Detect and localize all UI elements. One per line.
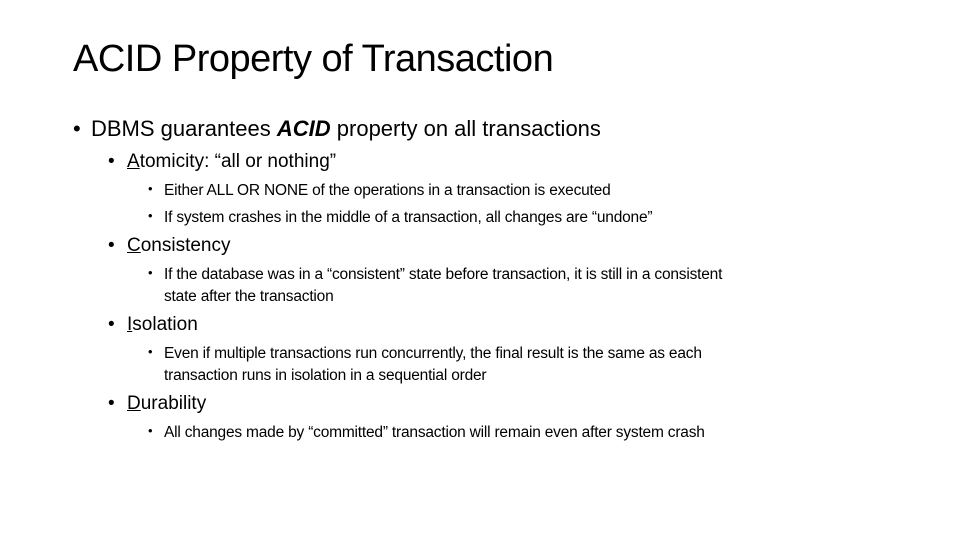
property-label: onsistency <box>140 235 231 256</box>
property-label: tomicity: “all or nothing” <box>139 151 337 172</box>
slide: ACID Property of Transaction • DBMS guar… <box>0 0 960 540</box>
bullet-icon: • <box>108 151 115 172</box>
acid-emphasis: ACID <box>276 116 331 141</box>
property-initial: D <box>127 393 141 414</box>
property-initial: A <box>127 151 140 172</box>
bullet-icon: • <box>148 423 153 438</box>
bullet-icon: • <box>108 314 115 335</box>
bullet-icon: • <box>148 344 153 359</box>
bullet-icon: • <box>108 235 115 256</box>
property-label: urability <box>140 393 207 414</box>
bullet-icon: • <box>108 393 115 414</box>
bullet-icon: • <box>148 208 153 223</box>
property-label: solation <box>132 314 198 335</box>
bullet-icon: • <box>73 116 81 141</box>
bullet-icon: • <box>148 181 153 196</box>
main-bullet-text: DBMS guarantees ACID property on all tra… <box>91 116 601 141</box>
bullet-icon: • <box>148 265 153 280</box>
property-initial: C <box>127 235 141 256</box>
slide-title: ACID Property of Transaction <box>73 38 554 80</box>
